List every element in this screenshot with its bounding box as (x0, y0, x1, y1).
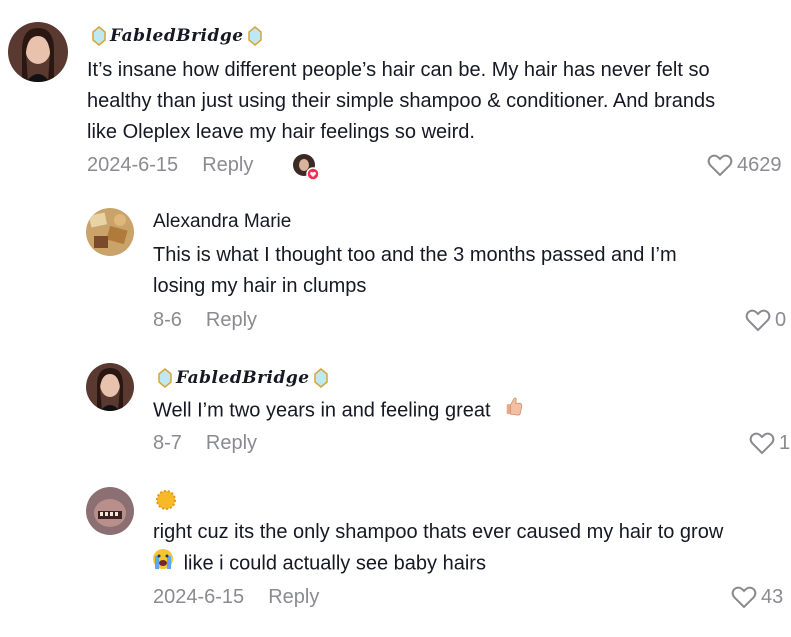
gem-icon (92, 26, 106, 46)
comment-line: like Oleplex leave my hair feelings so w… (87, 121, 475, 143)
heart-icon (707, 154, 733, 177)
avatar[interactable] (8, 22, 68, 82)
creator-liked-badge (293, 154, 320, 181)
comment-date: 2024-6-15 (87, 154, 179, 176)
avatar[interactable] (86, 363, 134, 411)
comment-line: losing my hair in clumps (153, 275, 367, 297)
gem-icon (313, 368, 328, 388)
like-count: 0 (775, 308, 787, 331)
like-button[interactable]: 1 (749, 431, 790, 455)
comment-meta: 2024-6-15 Reply (153, 586, 319, 609)
like-count: 1 (779, 431, 791, 454)
heart-icon (749, 432, 775, 455)
like-count: 4629 (737, 153, 782, 176)
comment-text: right cuz its the only shampoo thats eve… (153, 517, 723, 580)
username[interactable]: FabledBridge (158, 368, 328, 388)
comment-line: It’s insane how different people’s hair … (87, 59, 710, 81)
comment-meta: 8-7 Reply (153, 432, 257, 455)
crying-emoji (152, 548, 174, 580)
comment-date: 8-6 (153, 309, 182, 331)
comment-date: 8-7 (153, 432, 182, 454)
username-text: FabledBridge (176, 368, 310, 388)
comments-thread: FabledBridge It’s insane how different p… (0, 0, 791, 637)
comment-text: Well I’m two years in and feeling great (153, 395, 524, 427)
like-button[interactable]: 0 (745, 308, 786, 332)
comment-line: right cuz its the only shampoo thats eve… (153, 521, 724, 543)
comment-meta: 8-6 Reply (153, 309, 257, 332)
comment-meta: 2024-6-15 Reply (87, 154, 253, 177)
reply-button[interactable]: Reply (206, 309, 257, 332)
heart-icon (745, 309, 771, 332)
like-button[interactable]: 43 (731, 585, 783, 609)
comment-date: 2024-6-15 (153, 586, 245, 608)
username-text: FabledBridge (110, 26, 244, 46)
username-text: Alexandra Marie (153, 211, 292, 232)
comment-line: Well I’m two years in and feeling great (153, 399, 491, 422)
like-button[interactable]: 4629 (707, 153, 782, 177)
thumbs-up-emoji (504, 395, 524, 427)
username[interactable]: Alexandra Marie (153, 211, 291, 233)
comment-line: healthy than just using their simple sha… (87, 90, 716, 112)
heart-icon (731, 586, 757, 609)
username[interactable] (155, 489, 181, 517)
comment-line-wrap: like i could actually see baby hairs (152, 548, 723, 580)
reply-button[interactable]: Reply (206, 432, 257, 455)
gem-icon (158, 368, 172, 388)
gem-icon (247, 26, 262, 46)
username[interactable]: FabledBridge (92, 26, 262, 46)
reply-button[interactable]: Reply (202, 154, 253, 177)
sun-emoji (155, 489, 177, 517)
comment-line: like i could actually see baby hairs (183, 552, 486, 575)
avatar[interactable] (86, 487, 134, 535)
comment-text: This is what I thought too and the 3 mon… (153, 240, 677, 302)
comment-text: It’s insane how different people’s hair … (87, 55, 715, 148)
avatar[interactable] (86, 208, 134, 256)
reply-button[interactable]: Reply (268, 586, 319, 609)
like-count: 43 (761, 585, 784, 608)
comment-line: This is what I thought too and the 3 mon… (153, 244, 677, 266)
